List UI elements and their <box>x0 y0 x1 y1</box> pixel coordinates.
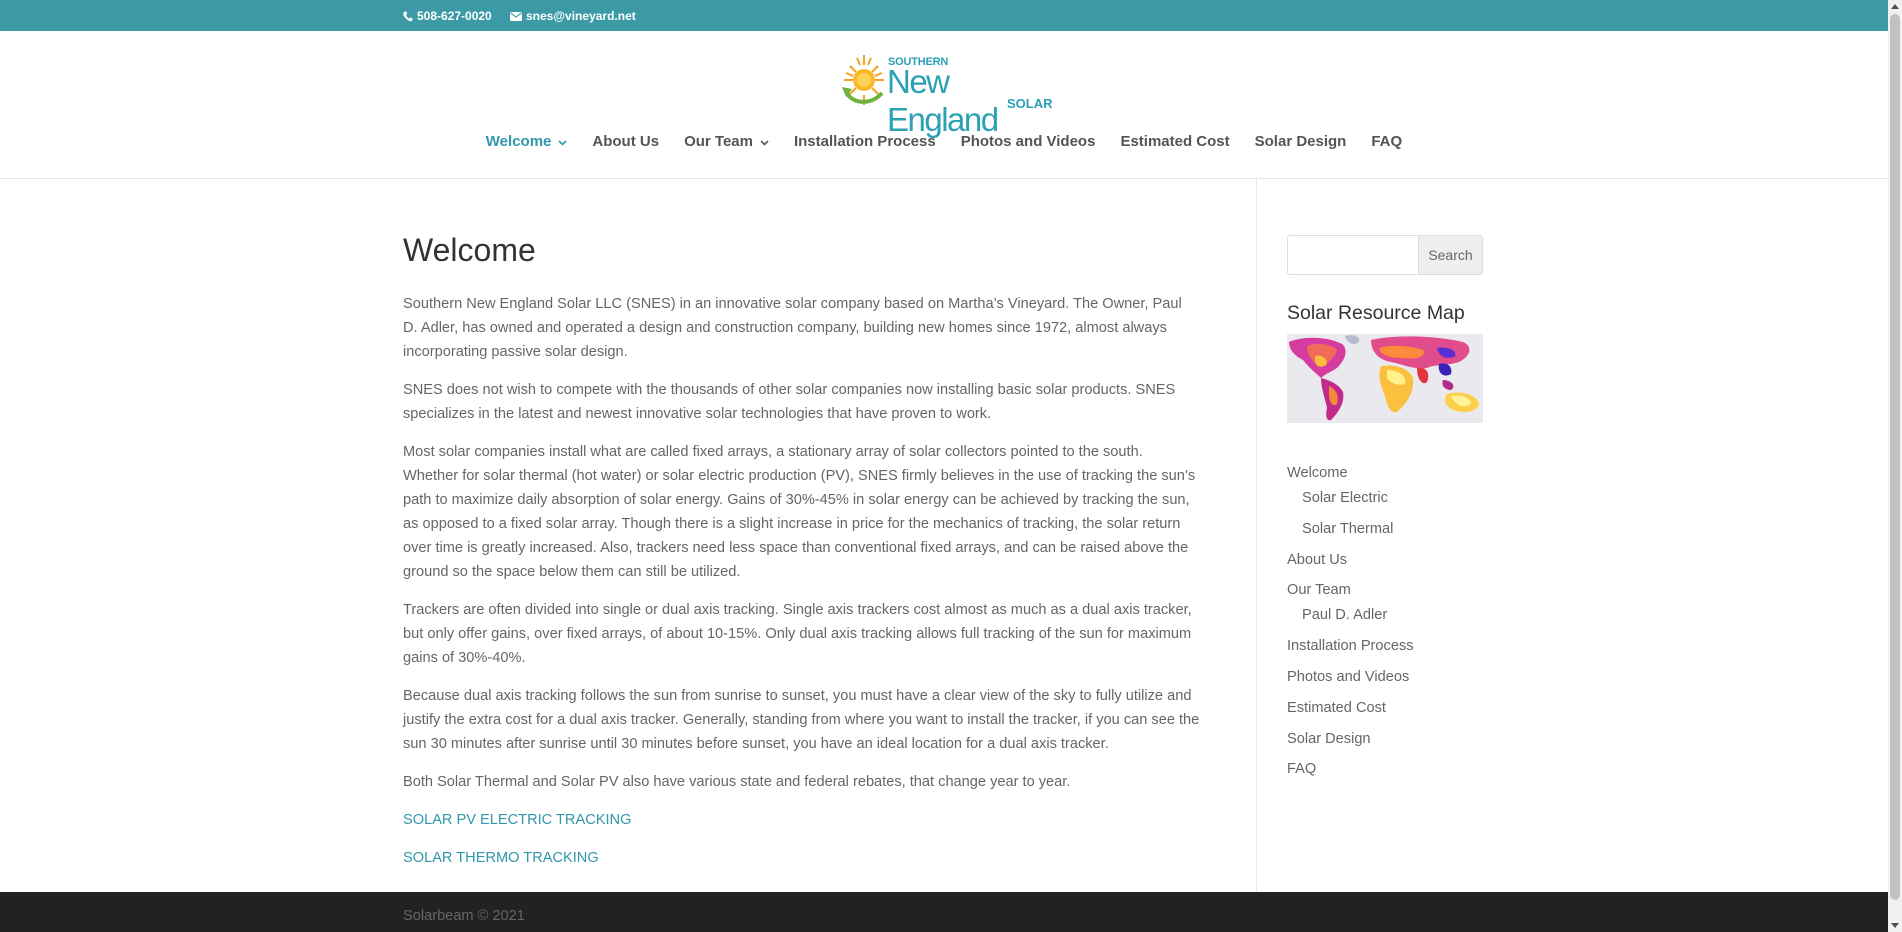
email-contact[interactable]: snes@vineyard.net <box>510 9 636 23</box>
sidebar-item-solar-thermal[interactable]: Solar Thermal <box>1287 517 1483 542</box>
envelope-icon <box>510 11 522 21</box>
nav-item-our-team[interactable]: Our Team <box>684 133 769 150</box>
nav-label: Welcome <box>485 133 552 150</box>
sidebar-item-estimated-cost[interactable]: Estimated Cost <box>1287 696 1483 721</box>
nav-item-estimated-cost[interactable]: Estimated Cost <box>1120 133 1229 150</box>
solar-resource-map-image[interactable] <box>1287 334 1483 423</box>
scrollbar-thumb[interactable] <box>1890 14 1900 900</box>
sidebar-item-our-team[interactable]: Our Team <box>1287 578 1483 603</box>
nav-item-faq[interactable]: FAQ <box>1371 133 1402 150</box>
page-title: Welcome <box>403 232 536 268</box>
sidebar-page-list: Welcome Solar Electric Solar Thermal Abo… <box>1287 461 1483 782</box>
nav-item-solar-design[interactable]: Solar Design <box>1255 133 1347 150</box>
site-header: SOUTHERN New England SOLAR Welcome About… <box>0 31 1888 179</box>
nav-label: Installation Process <box>793 133 936 150</box>
sidebar-item-faq[interactable]: FAQ <box>1287 757 1483 782</box>
widget-title: Solar Resource Map <box>1287 302 1465 324</box>
solar-pv-electric-tracking-link[interactable]: SOLAR PV ELECTRIC TRACKING <box>403 808 1200 832</box>
search-button[interactable]: Search <box>1418 235 1483 275</box>
nav-label: About Us <box>592 133 660 150</box>
sidebar-item-about-us[interactable]: About Us <box>1287 548 1483 573</box>
top-bar: 508-627-0020 snes@vineyard.net <box>0 0 1888 31</box>
body-paragraph: Most solar companies install what are ca… <box>403 444 1196 580</box>
body-paragraph: Both Solar Thermal and Solar PV also hav… <box>403 774 1071 790</box>
site-logo[interactable]: SOUTHERN New England SOLAR <box>840 53 1055 138</box>
nav-label: Our Team <box>684 133 753 150</box>
sidebar-item-welcome[interactable]: Welcome <box>1287 461 1483 486</box>
nav-label: Photos and Videos <box>960 133 1096 150</box>
intro-paragraph: Southern New England Solar LLC (SNES) in… <box>403 296 1182 360</box>
solar-thermo-tracking-link[interactable]: SOLAR THERMO TRACKING <box>403 846 1200 870</box>
main-content: Welcome Southern New England Solar LLC (… <box>403 230 1200 884</box>
body-paragraph: SNES does not wish to compete with the t… <box>403 382 1176 422</box>
nav-label: Solar Design <box>1254 133 1347 150</box>
scroll-up-arrow-icon[interactable] <box>1891 4 1899 9</box>
nav-label: Estimated Cost <box>1120 133 1230 150</box>
sun-logo-icon <box>842 55 884 105</box>
body-paragraph: Because dual axis tracking follows the s… <box>403 688 1200 752</box>
logo-line-solar: SOLAR <box>1007 96 1053 111</box>
search-input[interactable] <box>1287 235 1418 275</box>
sidebar-item-solar-electric[interactable]: Solar Electric <box>1287 486 1483 511</box>
nav-label: FAQ <box>1371 133 1403 150</box>
nav-item-about-us[interactable]: About Us <box>592 133 659 150</box>
sidebar-item-paul-d-adler[interactable]: Paul D. Adler <box>1287 603 1483 628</box>
phone-icon <box>403 11 413 22</box>
nav-item-installation-process[interactable]: Installation Process <box>794 133 936 150</box>
footer-credit: Solarbeam © 2021 <box>403 908 525 924</box>
chevron-down-icon <box>558 133 567 150</box>
sidebar-item-photos-and-videos[interactable]: Photos and Videos <box>1287 665 1483 690</box>
body-paragraph: Trackers are often divided into single o… <box>403 602 1192 666</box>
site-footer: Solarbeam © 2021 <box>0 892 1888 932</box>
sidebar-item-solar-design[interactable]: Solar Design <box>1287 727 1483 752</box>
nav-item-welcome[interactable]: Welcome <box>486 133 568 150</box>
phone-contact[interactable]: 508-627-0020 <box>403 9 492 23</box>
page-scrollbar[interactable] <box>1888 0 1902 932</box>
sidebar-item-installation-process[interactable]: Installation Process <box>1287 634 1483 659</box>
scroll-down-arrow-icon[interactable] <box>1891 923 1899 928</box>
sidebar: Search Solar Resource Map Welcome Solar … <box>1287 235 1483 782</box>
email-address: snes@vineyard.net <box>526 9 636 23</box>
sidebar-divider <box>1256 179 1257 892</box>
nav-item-photos-and-videos[interactable]: Photos and Videos <box>961 133 1096 150</box>
phone-number: 508-627-0020 <box>417 9 492 23</box>
chevron-down-icon <box>760 133 769 150</box>
main-navigation: Welcome About Us Our Team Installation P… <box>0 133 1888 150</box>
sidebar-search: Search <box>1287 235 1483 275</box>
